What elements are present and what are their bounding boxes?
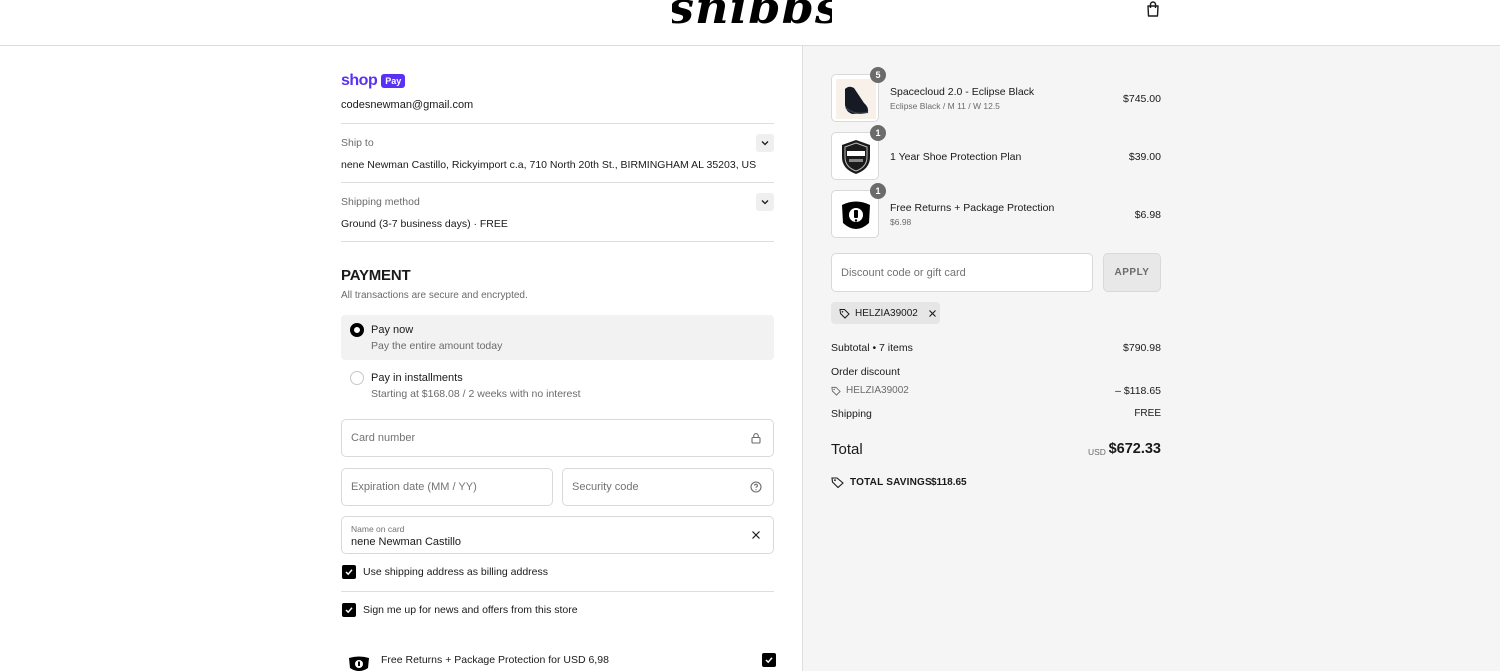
discount-code-input[interactable] xyxy=(841,267,1081,279)
shopping-bag-icon[interactable] xyxy=(1144,0,1162,18)
logo-text: snibbs xyxy=(672,0,832,32)
ship-to-address: nene Newman Castillo, Rickyimport c.a, 7… xyxy=(341,159,757,171)
item-name: 1 Year Shoe Protection Plan xyxy=(890,151,1022,163)
divider xyxy=(341,123,774,124)
item-price: $6.98 xyxy=(1134,209,1161,221)
pay-now-desc: Pay the entire amount today xyxy=(371,340,503,352)
check-icon xyxy=(345,607,353,614)
ship-to-label: Ship to xyxy=(341,137,374,149)
sneaker-icon xyxy=(836,79,876,119)
applied-discount-chip: HELZIA39002 xyxy=(831,302,940,324)
name-on-card-input[interactable] xyxy=(351,536,731,548)
chevron-down-icon xyxy=(761,141,769,146)
savings-tag-icon xyxy=(831,477,844,488)
security-code-field[interactable] xyxy=(562,468,774,506)
help-circle-icon[interactable] xyxy=(750,481,762,493)
newsletter-checkbox[interactable] xyxy=(342,603,356,617)
package-protection-checkbox[interactable] xyxy=(762,653,776,667)
lock-icon xyxy=(751,433,761,444)
package-protection-icon xyxy=(842,201,870,229)
shop-pay-shop-text: shop xyxy=(341,72,378,89)
total-label: Total xyxy=(831,441,863,458)
discount-code-field[interactable] xyxy=(831,253,1093,292)
header: snibbs xyxy=(0,0,1500,46)
clear-icon[interactable] xyxy=(750,529,762,541)
apply-discount-button[interactable]: APPLY xyxy=(1103,253,1161,292)
order-discount-value: – $118.65 xyxy=(1115,385,1161,397)
item-price: $39.00 xyxy=(1128,151,1161,163)
check-icon xyxy=(765,657,773,664)
shop-pay-badge: Pay xyxy=(381,74,406,88)
pay-now-title: Pay now xyxy=(371,324,414,336)
subtotal-value: $790.98 xyxy=(1123,342,1161,354)
newsletter-label: Sign me up for news and offers from this… xyxy=(363,604,578,616)
subtotal-label: Subtotal • 7 items xyxy=(831,342,913,354)
payment-subtitle: All transactions are secure and encrypte… xyxy=(341,290,528,301)
pay-installments-title: Pay in installments xyxy=(371,372,463,384)
security-code-input[interactable] xyxy=(572,481,742,493)
payment-title: PAYMENT xyxy=(341,267,411,284)
divider xyxy=(341,591,774,592)
card-number-field[interactable] xyxy=(341,419,774,457)
product-thumbnail: 1 xyxy=(831,183,886,238)
order-discount-label: Order discount xyxy=(831,366,900,378)
expiration-input[interactable] xyxy=(351,481,541,493)
total-savings-label: TOTAL SAVINGS xyxy=(850,477,932,488)
order-summary-panel xyxy=(802,46,1500,671)
shipping-method-label: Shipping method xyxy=(341,196,420,208)
shield-badge-icon xyxy=(842,140,870,174)
quantity-badge: 1 xyxy=(870,183,886,199)
ship-to-expand[interactable] xyxy=(756,134,774,152)
product-thumbnail: 1 xyxy=(831,125,886,180)
item-price: $745.00 xyxy=(1123,93,1161,105)
pay-installments-radio[interactable] xyxy=(350,371,364,385)
product-thumbnail: 5 xyxy=(831,67,886,122)
tag-icon xyxy=(831,386,841,396)
item-variant: Eclipse Black / M 11 / W 12.5 xyxy=(890,101,1000,111)
applied-discount-code: HELZIA39002 xyxy=(855,307,918,319)
remove-discount-icon[interactable] xyxy=(928,309,937,318)
total-currency: USD xyxy=(1088,447,1106,457)
expiration-field[interactable] xyxy=(341,468,553,506)
package-protection-label: Free Returns + Package Protection for US… xyxy=(381,654,609,666)
total-value: $672.33 xyxy=(1108,441,1161,457)
shop-pay-logo: shop Pay xyxy=(341,72,406,90)
billing-address-label: Use shipping address as billing address xyxy=(363,566,549,578)
account-email: codesnewman@gmail.com xyxy=(341,99,474,111)
quantity-badge: 1 xyxy=(870,125,886,141)
order-discount-code: HELZIA39002 xyxy=(846,385,909,396)
check-icon xyxy=(345,569,353,576)
package-protection-icon xyxy=(349,656,369,671)
shipping-value: FREE xyxy=(1134,408,1161,419)
pay-installments-option[interactable]: Pay in installments Starting at $168.08 … xyxy=(341,363,774,403)
divider xyxy=(341,182,774,183)
tag-icon xyxy=(839,308,850,319)
name-on-card-field[interactable]: Name on card xyxy=(341,516,774,554)
billing-address-checkbox[interactable] xyxy=(342,565,356,579)
name-on-card-label: Name on card xyxy=(351,524,405,534)
pay-now-radio[interactable] xyxy=(350,323,364,337)
store-logo[interactable]: snibbs xyxy=(672,0,832,32)
quantity-badge: 5 xyxy=(870,67,886,83)
divider xyxy=(341,241,774,242)
item-name: Spacecloud 2.0 - Eclipse Black xyxy=(890,86,1035,98)
shipping-method-expand[interactable] xyxy=(756,193,774,211)
chevron-down-icon xyxy=(761,200,769,205)
card-number-input[interactable] xyxy=(351,432,731,444)
pay-now-option[interactable]: Pay now Pay the entire amount today xyxy=(341,315,774,360)
item-name: Free Returns + Package Protection xyxy=(890,202,1055,214)
shipping-method-value: Ground (3-7 business days) · FREE xyxy=(341,218,508,230)
pay-installments-desc: Starting at $168.08 / 2 weeks with no in… xyxy=(371,388,581,400)
shipping-label: Shipping xyxy=(831,408,872,420)
total-savings-value: $118.65 xyxy=(931,477,967,488)
item-variant: $6.98 xyxy=(890,217,912,227)
